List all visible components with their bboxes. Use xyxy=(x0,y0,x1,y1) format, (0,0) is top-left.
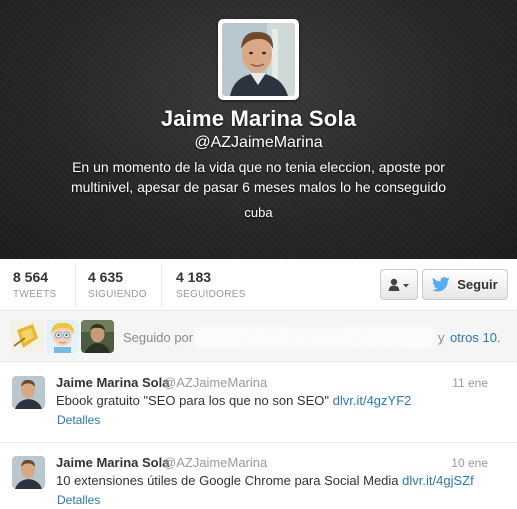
profile-photo xyxy=(222,23,295,96)
tweet-link[interactable]: dlvr.it/4gzYF2 xyxy=(333,393,412,408)
tweet-author-name[interactable]: Jaime Marina Sola xyxy=(56,375,169,390)
tweet-text-body: Ebook gratuito "SEO para los que no son … xyxy=(56,393,329,408)
tweet-avatar-image xyxy=(12,456,45,489)
follower-avatar[interactable] xyxy=(11,320,44,353)
followed-by-label: Seguido por xyxy=(123,330,194,345)
profile-bio: En un momento de la vida que no tenia el… xyxy=(70,159,447,195)
user-actions-button[interactable] xyxy=(380,269,418,300)
tweet-avatar-image xyxy=(12,376,45,409)
tweet-timestamp[interactable]: 10 ene xyxy=(451,456,488,470)
stat-following[interactable]: 4 635 SIGUIENDO xyxy=(88,269,147,303)
profile-location: cuba xyxy=(244,205,273,220)
profile-header: Jaime Marina Sola @AZJaimeMarina En un m… xyxy=(0,0,517,259)
followed-by-and: y xyxy=(438,330,445,345)
tweet-author-handle[interactable]: @AZJaimeMarina xyxy=(163,455,267,470)
profile-avatar[interactable] xyxy=(218,19,299,100)
followed-by-more-link[interactable]: otros 10. xyxy=(450,330,501,345)
follow-button-label: Seguir xyxy=(457,277,498,292)
stat-following-value: 4 635 xyxy=(88,269,124,285)
follower-avatar-image xyxy=(81,320,114,353)
tweet-details-link[interactable]: Detalles xyxy=(57,413,100,427)
tweet-author-name[interactable]: Jaime Marina Sola xyxy=(56,455,169,470)
follower-avatar-image xyxy=(46,320,79,353)
tweet-avatar[interactable] xyxy=(12,456,45,489)
stat-divider xyxy=(75,263,76,307)
follower-avatar-image xyxy=(11,320,44,353)
tweet-text: 10 extensiones útiles de Google Chrome p… xyxy=(56,473,474,488)
follower-avatar[interactable] xyxy=(46,320,79,353)
tweet-item[interactable]: Jaime Marina Sola @AZJaimeMarina 10 ene … xyxy=(0,443,517,509)
tweet-avatar[interactable] xyxy=(12,376,45,409)
stat-tweets[interactable]: 8 564 TWEETS xyxy=(13,269,56,303)
twitter-bird-icon xyxy=(432,277,450,292)
profile-full-name: Jaime Marina Sola xyxy=(160,106,357,131)
blurred-follower-names xyxy=(195,327,433,349)
follower-avatar[interactable] xyxy=(81,320,114,353)
stat-followers-label: SEGUIDORES xyxy=(176,289,246,300)
stat-followers-value: 4 183 xyxy=(176,269,212,285)
stat-tweets-label: TWEETS xyxy=(13,289,57,300)
follow-button[interactable]: Seguir xyxy=(422,269,508,300)
tweet-link[interactable]: dlvr.it/4gjSZf xyxy=(402,473,474,488)
tweet-text-body: 10 extensiones útiles de Google Chrome p… xyxy=(56,473,399,488)
profile-screen-name: @AZJaimeMarina xyxy=(194,134,323,151)
tweet-details-link[interactable]: Detalles xyxy=(57,493,100,507)
stat-followers[interactable]: 4 183 SEGUIDORES xyxy=(176,269,246,303)
tweet-author-handle[interactable]: @AZJaimeMarina xyxy=(163,375,267,390)
user-caret-icon xyxy=(388,278,409,291)
tweet-item[interactable]: Jaime Marina Sola @AZJaimeMarina 11 ene … xyxy=(0,363,517,443)
followed-by-row: Seguido por y otros 10. xyxy=(0,311,517,362)
tweet-timestamp[interactable]: 11 ene xyxy=(452,376,488,390)
stat-following-label: SIGUIENDO xyxy=(88,289,147,300)
tweet-text: Ebook gratuito "SEO para los que no son … xyxy=(56,393,411,408)
stat-tweets-value: 8 564 xyxy=(13,269,49,285)
stat-divider xyxy=(161,263,162,307)
